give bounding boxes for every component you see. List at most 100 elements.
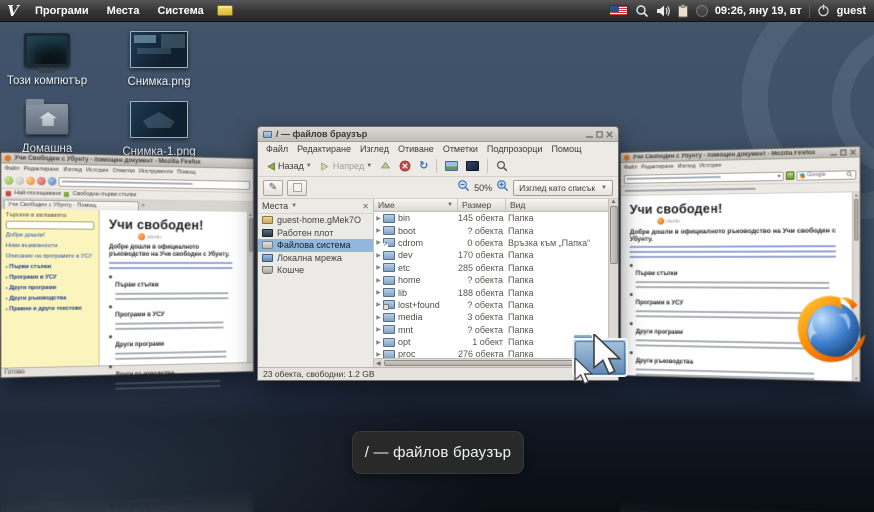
sidebar-search-input[interactable]: [6, 221, 95, 230]
file-row[interactable]: ▶bin145 обектаПапка: [374, 212, 608, 224]
search-box[interactable]: Google: [796, 170, 856, 181]
column-type[interactable]: Вид: [506, 199, 608, 211]
sidebar-link[interactable]: Нови възможности: [6, 242, 95, 251]
menu-tabs[interactable]: Подпрозорци: [483, 144, 547, 154]
bookmark-item[interactable]: Свободни първи стъпки: [73, 191, 137, 198]
menu-places[interactable]: Места: [98, 0, 149, 22]
clipboard-icon[interactable]: [677, 4, 689, 18]
place-trash[interactable]: Кошче: [258, 264, 373, 277]
menu-item[interactable]: Инструменти: [139, 168, 173, 175]
close-icon[interactable]: [850, 149, 856, 155]
stop-button[interactable]: [396, 159, 414, 173]
computer-button[interactable]: [463, 160, 482, 172]
address-bar[interactable]: [58, 177, 250, 190]
home-icon[interactable]: [48, 177, 57, 186]
menu-bookmarks[interactable]: Отметки: [439, 144, 482, 154]
power-icon[interactable]: [817, 4, 830, 17]
minimize-icon[interactable]: [586, 131, 593, 138]
search-icon[interactable]: [635, 4, 649, 18]
menu-item[interactable]: Файл: [5, 165, 20, 172]
file-row[interactable]: ▶dev170 обектаПапка: [374, 249, 608, 261]
menu-help[interactable]: Помощ: [547, 144, 585, 154]
column-name[interactable]: Име▼: [374, 199, 458, 211]
sidebar-link[interactable]: ▸Правни и други текстове: [6, 304, 95, 313]
place-guest-home[interactable]: guest-home.gMek7O: [258, 214, 373, 227]
new-tab-icon[interactable]: +: [141, 201, 145, 210]
close-sidebar-icon[interactable]: ✕: [362, 202, 369, 211]
file-row[interactable]: ▶etc285 обектаПапка: [374, 262, 608, 274]
maximize-icon[interactable]: [596, 131, 603, 138]
file-browser-window[interactable]: / — файлов браузър Файл Редактиране Изгл…: [257, 126, 619, 381]
zoom-out-button[interactable]: [457, 179, 470, 197]
menu-go[interactable]: Отиване: [394, 144, 438, 154]
sidebar-link[interactable]: ▸Програми в УСУ: [6, 273, 95, 282]
column-size[interactable]: Размер: [458, 199, 506, 211]
bookmark-item[interactable]: Най-посещавани: [14, 190, 61, 197]
minimize-icon[interactable]: [830, 149, 836, 155]
menu-item[interactable]: История: [86, 167, 108, 174]
sidebar-link[interactable]: Добре дошли!: [6, 231, 95, 240]
firefox-window-right[interactable]: Учи Свободен с Убунту - помощен документ…: [620, 146, 861, 382]
scrollbar-thumb[interactable]: [610, 206, 618, 264]
menu-item[interactable]: Изглед: [678, 163, 696, 169]
file-row[interactable]: ▶home? обектаПапка: [374, 274, 608, 286]
menu-item[interactable]: Редактиране: [641, 163, 674, 170]
menu-item[interactable]: Файл: [624, 164, 637, 170]
chevron-down-icon[interactable]: ▾: [778, 172, 781, 179]
back-button[interactable]: Назад▼: [262, 160, 315, 173]
maximize-icon[interactable]: [840, 149, 846, 155]
menu-item[interactable]: Редактиране: [24, 165, 59, 172]
desktop-icon-computer[interactable]: Този компютър: [6, 33, 88, 88]
place-network[interactable]: Локална мрежа: [258, 252, 373, 265]
menu-file[interactable]: Файл: [262, 144, 292, 154]
back-icon[interactable]: [5, 176, 14, 185]
home-button[interactable]: [442, 160, 461, 172]
file-row[interactable]: ▶media3 обектаПапка: [374, 311, 608, 323]
notification-icon[interactable]: [696, 5, 708, 17]
keyboard-layout-flag-icon[interactable]: [609, 5, 628, 16]
scrollbar-thumb[interactable]: [384, 360, 584, 366]
view-mode-select[interactable]: Изглед като списък▼: [513, 180, 613, 196]
forward-button[interactable]: Напред▼: [317, 160, 375, 173]
sidebar-link[interactable]: ▸Други програми: [6, 284, 95, 293]
cursor-icon[interactable]: [573, 358, 595, 385]
menu-view[interactable]: Изглед: [356, 144, 393, 154]
scrollbar-vertical[interactable]: ▲: [247, 212, 253, 362]
menu-edit[interactable]: Редактиране: [293, 144, 355, 154]
menu-item[interactable]: Отметки: [113, 167, 135, 174]
desktop-icon-snimka[interactable]: Снимка.png: [116, 31, 202, 89]
menu-item[interactable]: Помощ: [177, 169, 195, 175]
file-row[interactable]: ▶cdrom0 обектаВръзка към „Папка“: [374, 237, 608, 249]
sidebar-link[interactable]: ▸Други ръководства: [6, 294, 95, 303]
distro-logo-icon[interactable]: V: [0, 1, 26, 21]
desktop-icon-snimka1[interactable]: Снимка-1.png: [116, 101, 202, 159]
stop-icon[interactable]: [37, 177, 46, 186]
place-filesystem[interactable]: Файлова система: [258, 239, 373, 252]
place-desktop[interactable]: Работен плот: [258, 227, 373, 240]
file-row[interactable]: ▶lib188 обектаПапка: [374, 286, 608, 298]
window-titlebar[interactable]: / — файлов браузър: [258, 127, 618, 142]
reload-icon[interactable]: [26, 177, 35, 186]
firefox-window-left[interactable]: Учи Свободен с Убунту - помощен документ…: [0, 152, 254, 379]
up-button[interactable]: [377, 160, 394, 173]
forward-icon[interactable]: [15, 176, 24, 185]
menu-item[interactable]: Изглед: [63, 166, 82, 173]
sidebar-link[interactable]: Описание на програмите в УСУ: [6, 252, 95, 261]
yellow-folder-icon[interactable]: [217, 5, 233, 16]
panel-username[interactable]: guest: [837, 5, 866, 17]
zoom-in-button[interactable]: [496, 179, 509, 197]
menu-item[interactable]: История: [700, 162, 722, 169]
sidebar-link[interactable]: ▸Първи стъпки: [6, 263, 95, 271]
volume-icon[interactable]: [656, 5, 670, 17]
menu-system[interactable]: Система: [148, 0, 212, 22]
places-header[interactable]: Места▼ ✕: [258, 199, 373, 214]
menu-applications[interactable]: Програми: [26, 0, 98, 22]
edit-location-button[interactable]: ✎: [263, 180, 283, 196]
reload-button[interactable]: ↻: [416, 160, 431, 173]
address-bar[interactable]: ▾: [624, 171, 784, 183]
search-icon[interactable]: [847, 171, 853, 177]
search-button[interactable]: [493, 159, 511, 173]
panel-clock[interactable]: 09:26, яну 19, вт: [715, 5, 802, 17]
close-icon[interactable]: [606, 131, 613, 138]
file-row[interactable]: ▶lost+found? обектаПапка: [374, 299, 608, 311]
